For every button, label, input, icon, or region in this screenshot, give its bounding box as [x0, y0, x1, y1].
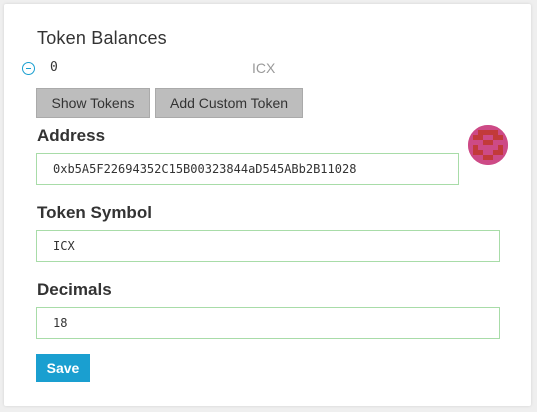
minus-circle-icon[interactable]	[22, 62, 35, 75]
decimals-input[interactable]	[36, 307, 500, 339]
add-custom-token-button[interactable]: Add Custom Token	[155, 88, 303, 118]
identicon-avatar	[468, 125, 508, 165]
show-tokens-button[interactable]: Show Tokens	[36, 88, 150, 118]
address-input[interactable]	[36, 153, 459, 185]
decimals-label: Decimals	[37, 280, 112, 299]
token-balance-row: 0 ICX	[22, 60, 302, 80]
identicon-pattern	[468, 125, 508, 165]
panel-title: Token Balances	[37, 28, 167, 48]
token-balance-value: 0	[50, 60, 58, 75]
token-balance-symbol: ICX	[252, 60, 276, 76]
token-symbol-input[interactable]	[36, 230, 500, 262]
token-panel: Token Balances 0 ICX Show Tokens Add Cus…	[4, 4, 531, 406]
save-button[interactable]: Save	[36, 354, 90, 382]
token-symbol-label: Token Symbol	[37, 203, 152, 222]
address-label: Address	[37, 126, 106, 145]
